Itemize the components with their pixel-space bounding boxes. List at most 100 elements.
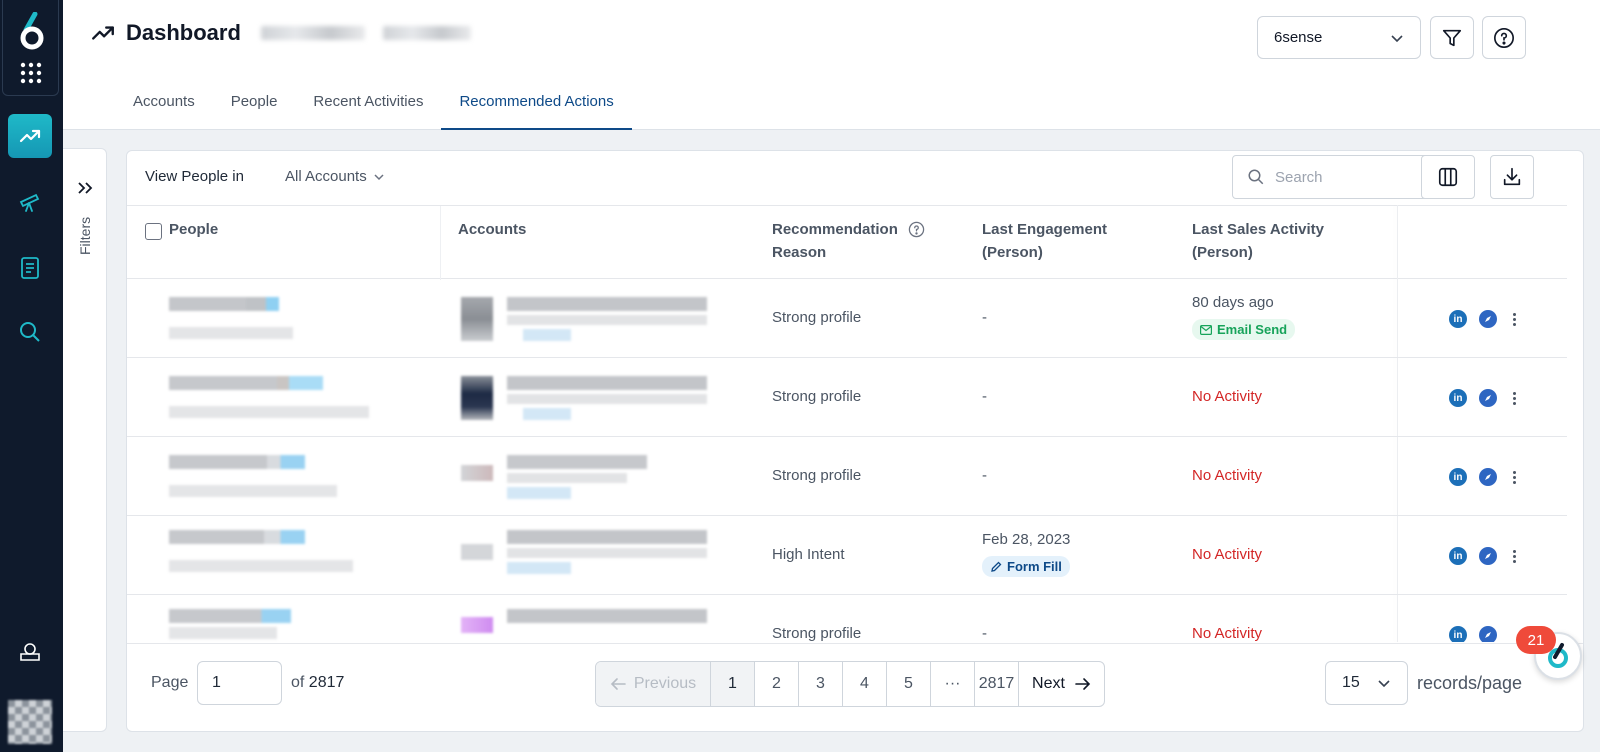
nav-search[interactable] [8,310,52,354]
compass-icon[interactable] [1479,389,1497,407]
more-options-icon[interactable] [1509,391,1519,405]
view-people-label: View People in [145,168,244,185]
redacted-person-name [169,376,323,390]
column-header-last-engagement[interactable]: Last Engagement (Person) [982,218,1132,264]
page-ellipsis[interactable]: ··· [930,662,974,706]
account-filter-select[interactable]: All Accounts [285,168,385,185]
search-input[interactable]: Search [1232,155,1434,199]
column-header-accounts[interactable]: Accounts [458,218,526,241]
redacted-account-logo [461,297,493,341]
recommendation-reason: High Intent [772,546,845,563]
app-grid-icon[interactable] [20,62,42,84]
columns-icon [1438,167,1458,187]
table-row[interactable]: Strong profile - 80 days ago Email Send … [127,279,1567,358]
mail-icon [1200,324,1212,335]
page-button-2[interactable]: 2 [754,662,798,706]
compass-icon[interactable] [1479,626,1497,642]
table-row[interactable]: Strong profile - No Activity in [127,358,1567,437]
nav-dashboard[interactable] [8,114,52,158]
last-engagement: - [982,625,987,642]
compass-icon[interactable] [1479,310,1497,328]
redacted-person-title [169,627,277,639]
page-button-last[interactable]: 2817 [974,662,1018,706]
pagination-controls: Previous 1 2 3 4 5 ··· 2817 Next [595,661,1105,707]
previous-page-button[interactable]: Previous [596,662,710,706]
columns-button[interactable] [1421,155,1475,199]
nav-discover[interactable] [8,180,52,224]
recommendation-reason: Strong profile [772,388,862,405]
page-total: of 2817 [291,674,344,692]
help-button[interactable] [1482,16,1526,59]
compass-icon[interactable] [1479,547,1497,565]
last-sales-activity: No Activity [1192,388,1263,405]
redacted-person-title [169,560,353,572]
chevron-down-icon [1378,680,1390,688]
table-header: People Accounts Recommendation Reason La… [127,205,1567,280]
filter-button[interactable] [1430,16,1474,59]
tab-recent-activities[interactable]: Recent Activities [295,82,441,130]
redacted-person-title [169,327,293,339]
page-button-5[interactable]: 5 [886,662,930,706]
redacted-account-logo [461,465,493,481]
chevrons-right-icon[interactable] [76,179,94,197]
redacted-account-domain [507,394,707,404]
last-sales-activity: 80 days ago Email Send [1192,294,1296,340]
linkedin-icon[interactable]: in [1449,468,1467,486]
next-page-button[interactable]: Next [1018,662,1104,706]
page-button-4[interactable]: 4 [842,662,886,706]
more-options-icon[interactable] [1509,312,1519,326]
tab-accounts[interactable]: Accounts [115,82,213,130]
trending-up-icon [92,26,114,40]
page-button-3[interactable]: 3 [798,662,842,706]
user-avatar[interactable] [8,700,52,744]
linkedin-icon[interactable]: in [1449,310,1467,328]
nav-reports[interactable] [8,246,52,290]
row-actions: in [1449,547,1519,565]
table-row[interactable]: High Intent Feb 28, 2023 Form Fill No Ac… [127,516,1567,595]
download-button[interactable] [1490,155,1534,199]
more-options-icon[interactable] [1509,549,1519,563]
engagement-chip-label: Form Fill [1007,559,1062,574]
chevron-down-icon [374,173,384,180]
page-number-input[interactable]: 1 [197,661,282,705]
linkedin-icon[interactable]: in [1449,547,1467,565]
nav-credits[interactable] [8,630,52,674]
last-engagement: - [982,309,987,326]
arrow-right-icon [1075,678,1091,690]
redacted-account-logo [461,376,493,420]
telescope-icon [19,193,40,212]
redacted-person-title [169,485,337,497]
tab-people[interactable]: People [213,82,296,130]
notification-badge: 21 [1516,626,1556,654]
select-all-checkbox[interactable] [145,223,162,240]
recommendation-reason: Strong profile [772,309,862,326]
row-actions: in [1449,468,1519,486]
column-header-last-sales[interactable]: Last Sales Activity (Person) [1192,218,1342,264]
linkedin-icon[interactable]: in [1449,626,1467,642]
tab-recommended-actions[interactable]: Recommended Actions [441,82,632,130]
search-icon [20,322,40,342]
page-title: Dashboard [126,20,241,45]
linkedin-icon[interactable]: in [1449,389,1467,407]
info-help-icon[interactable] [908,221,925,238]
total-pages: 2817 [308,674,345,691]
table-row[interactable]: Strong profile - No Activity in [127,595,1567,642]
records-per-page-select[interactable]: 15 [1325,661,1408,705]
org-select[interactable]: 6sense [1257,16,1421,59]
more-options-icon[interactable] [1509,470,1519,484]
brand-launcher[interactable] [2,0,59,96]
redacted-person-name [169,609,291,623]
last-sales-activity: No Activity [1192,625,1263,642]
last-engagement: - [982,388,987,405]
compass-icon[interactable] [1479,468,1497,486]
recommended-actions-card: View People in All Accounts Search Peopl… [126,150,1584,732]
table-row[interactable]: Strong profile - No Activity in [127,437,1567,516]
coin-tray-icon [20,643,40,661]
row-actions: in [1449,389,1519,407]
redacted-person-name [169,297,279,311]
column-header-reason[interactable]: Recommendation Reason [772,218,922,264]
filters-rail[interactable]: Filters [63,148,107,732]
column-header-people[interactable]: People [169,218,218,241]
download-icon [1503,167,1521,186]
page-button-1[interactable]: 1 [710,662,754,706]
